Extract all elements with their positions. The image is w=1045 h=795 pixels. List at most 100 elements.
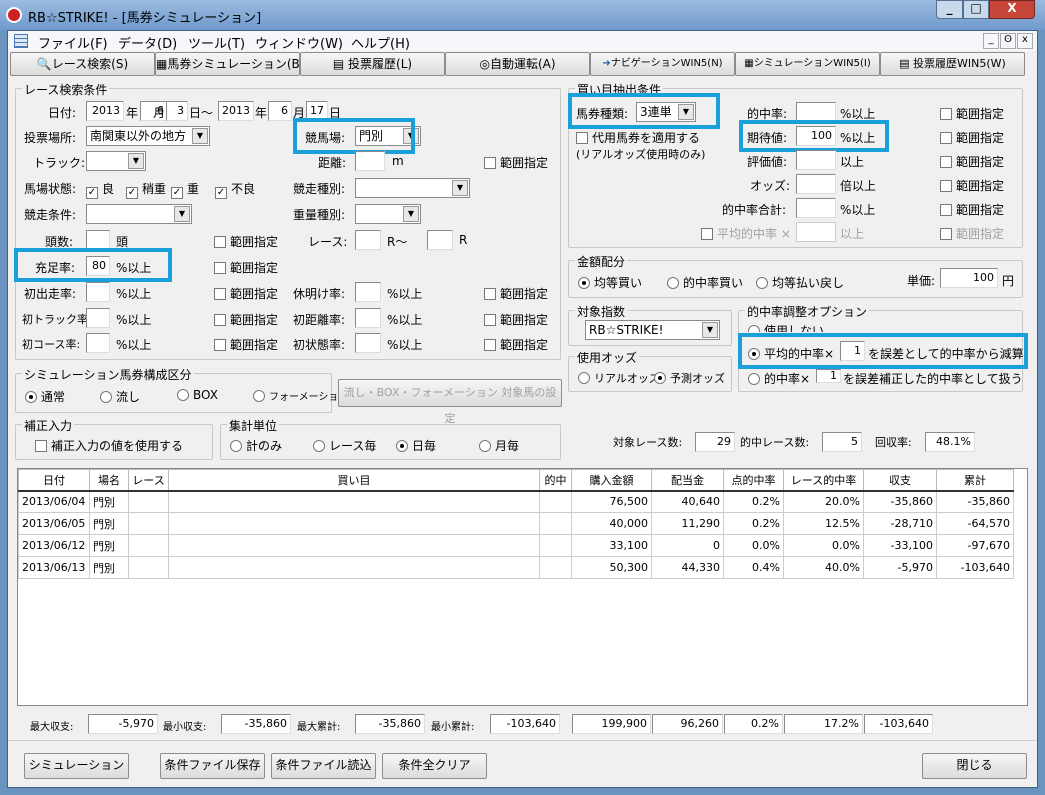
column-header[interactable]: 日付 [18,469,90,492]
column-header[interactable]: レース的中率 [783,469,864,492]
first-track-range-checkbox[interactable]: 範囲指定 [214,311,278,328]
race-condition-select[interactable]: ▼ [86,204,192,224]
race-to-input[interactable] [427,230,453,250]
from-day-input[interactable]: 3 [166,101,188,121]
maximize-button[interactable]: □ [963,0,989,19]
course-select[interactable]: ▼ [86,151,146,171]
condition-heavy-checkbox[interactable]: ✓ 重 [171,180,199,199]
first-condition-range-checkbox[interactable]: 範囲指定 [484,336,548,353]
column-header[interactable]: レース [128,469,169,492]
adjust-correct-radio[interactable]: 的中率× [748,370,810,387]
substitute-ticket-checkbox[interactable]: 代用馬券を適用する [576,129,700,146]
first-run-range-checkbox[interactable]: 範囲指定 [214,285,278,302]
navigation-win5-button[interactable]: ➜ナビゲーションWIN5(N) [590,52,735,76]
menu-file[interactable]: ファイル(F) [38,33,108,52]
distance-input[interactable] [355,151,385,171]
average-hit-checkbox[interactable]: 平均的中率 × [701,225,791,242]
table-row[interactable]: 2013/06/04 門別 76,500 40,640 0.2% 20.0% -35,860… [18,490,1014,513]
mdi-minimize-button[interactable]: _ [983,33,999,49]
agg-total-radio[interactable]: 計のみ [230,437,282,454]
column-header[interactable]: 的中 [539,469,572,492]
alloc-hit-rate-radio[interactable]: 的中率買い [667,274,743,291]
odds-input[interactable] [796,174,836,194]
odds-range-checkbox[interactable]: 範囲指定 [940,177,1004,194]
first-course-input[interactable] [86,333,110,353]
auto-run-button[interactable]: ◎自動運転(A) [445,52,590,76]
menu-help[interactable]: ヘルプ(H) [351,33,410,52]
venue-select[interactable]: 南関東以外の地方 ▼ [86,126,210,146]
close-button[interactable]: X [989,0,1035,19]
rest-range-checkbox[interactable]: 範囲指定 [484,285,548,302]
condition-good-checkbox[interactable]: ✓ 良 [86,180,114,199]
mdi-close-button[interactable]: x [1017,33,1033,49]
menu-data[interactable]: データ(D) [118,33,177,52]
target-horse-settings-button[interactable]: 流し・BOX・フォーメーション 対象馬の設定 [338,379,562,425]
table-row[interactable]: 2013/06/12 門別 33,100 0 0.0% 0.0% -33,100 -97,67… [18,534,1014,557]
comp-box-radio[interactable]: BOX [177,388,218,402]
first-course-range-checkbox[interactable]: 範囲指定 [214,336,278,353]
weight-type-select[interactable]: ▼ [355,204,421,224]
hit-rate-range-checkbox[interactable]: 範囲指定 [940,105,1004,122]
close-window-button[interactable]: 閉じる [922,753,1027,779]
ticket-simulation-button[interactable]: ▦馬券シミュレーション(B) [155,52,304,76]
alloc-equal-payout-radio[interactable]: 均等払い戻し [756,274,844,291]
rest-input[interactable] [355,282,381,302]
index-select[interactable]: RB☆STRIKE! ▼ [585,320,720,340]
table-row[interactable]: 2013/06/05 門別 40,000 11,290 0.2% 12.5% -28,710… [18,512,1014,535]
column-header[interactable]: 点的中率 [723,469,784,492]
race-search-button[interactable]: 🔍レース検索(S) [10,52,155,76]
clear-conditions-button[interactable]: 条件全クリア [382,753,487,779]
column-header[interactable]: 収支 [863,469,937,492]
average-hit-range-checkbox[interactable]: 範囲指定 [940,225,1004,242]
distance-range-checkbox[interactable]: 範囲指定 [484,154,548,171]
column-header[interactable]: 配当金 [651,469,724,492]
menu-window[interactable]: ウィンドウ(W) [255,33,343,52]
hit-rate-input[interactable] [796,102,836,122]
race-type-select[interactable]: ▼ [355,178,470,198]
score-input[interactable] [796,150,836,170]
to-month-input[interactable]: 6 [268,101,292,121]
vote-history-button[interactable]: ▤ 投票履歴(L) [300,52,445,76]
agg-day-radio[interactable]: 日毎 [396,437,436,454]
table-row[interactable]: 2013/06/13 門別 50,300 44,330 0.4% 40.0% -5,970-… [18,556,1014,579]
simulation-win5-button[interactable]: ▦シミュレーションWIN5(I) [735,52,880,76]
mdi-restore-button[interactable]: ʘ [1000,33,1016,49]
load-conditions-button[interactable]: 条件ファイル読込 [271,753,376,779]
first-track-input[interactable] [86,308,110,328]
comp-formation-radio[interactable]: フォーメーション [253,388,348,403]
first-distance-range-checkbox[interactable]: 範囲指定 [484,311,548,328]
from-year-input[interactable]: 2013 [86,101,124,121]
use-correction-checkbox[interactable]: 補正入力の値を使用する [35,437,183,454]
score-range-checkbox[interactable]: 範囲指定 [940,153,1004,170]
predicted-odds-radio[interactable]: 予測オッズ [654,370,725,386]
column-header[interactable]: 購入金額 [571,469,652,492]
comp-normal-radio[interactable]: 通常 [25,388,65,405]
vote-history-win5-button[interactable]: ▤ 投票履歴WIN5(W) [880,52,1025,76]
simulate-button[interactable]: シミュレーション [24,753,129,779]
column-header[interactable]: 買い目 [168,469,540,492]
adjust-none-radio[interactable]: 使用しない [748,322,824,332]
race-from-input[interactable] [355,230,381,250]
to-year-input[interactable]: 2013 [218,101,254,121]
first-condition-input[interactable] [355,333,381,353]
average-hit-input[interactable] [796,222,836,242]
condition-bad-checkbox[interactable]: ✓ 不良 [215,180,255,199]
hit-sum-range-checkbox[interactable]: 範囲指定 [940,201,1004,218]
hit-sum-input[interactable] [796,198,836,218]
comp-nagashi-radio[interactable]: 流し [100,388,140,405]
agg-month-radio[interactable]: 月毎 [479,437,519,454]
heads-input[interactable] [86,230,110,250]
minimize-button[interactable]: _ [936,0,963,19]
condition-slightly-heavy-checkbox[interactable]: ✓ 稍重 [126,180,166,199]
expected-value-range-checkbox[interactable]: 範囲指定 [940,129,1004,146]
column-header[interactable]: 累計 [936,469,1014,492]
real-odds-radio[interactable]: リアルオッズ [578,370,660,386]
unit-price-input[interactable]: 100 [940,268,998,288]
heads-range-checkbox[interactable]: 範囲指定 [214,233,278,250]
column-header[interactable]: 場名 [89,469,129,492]
first-run-input[interactable] [86,282,110,302]
save-conditions-button[interactable]: 条件ファイル保存 [160,753,265,779]
menu-tools[interactable]: ツール(T) [188,33,245,52]
agg-race-radio[interactable]: レース毎 [313,437,376,454]
first-distance-input[interactable] [355,308,381,328]
